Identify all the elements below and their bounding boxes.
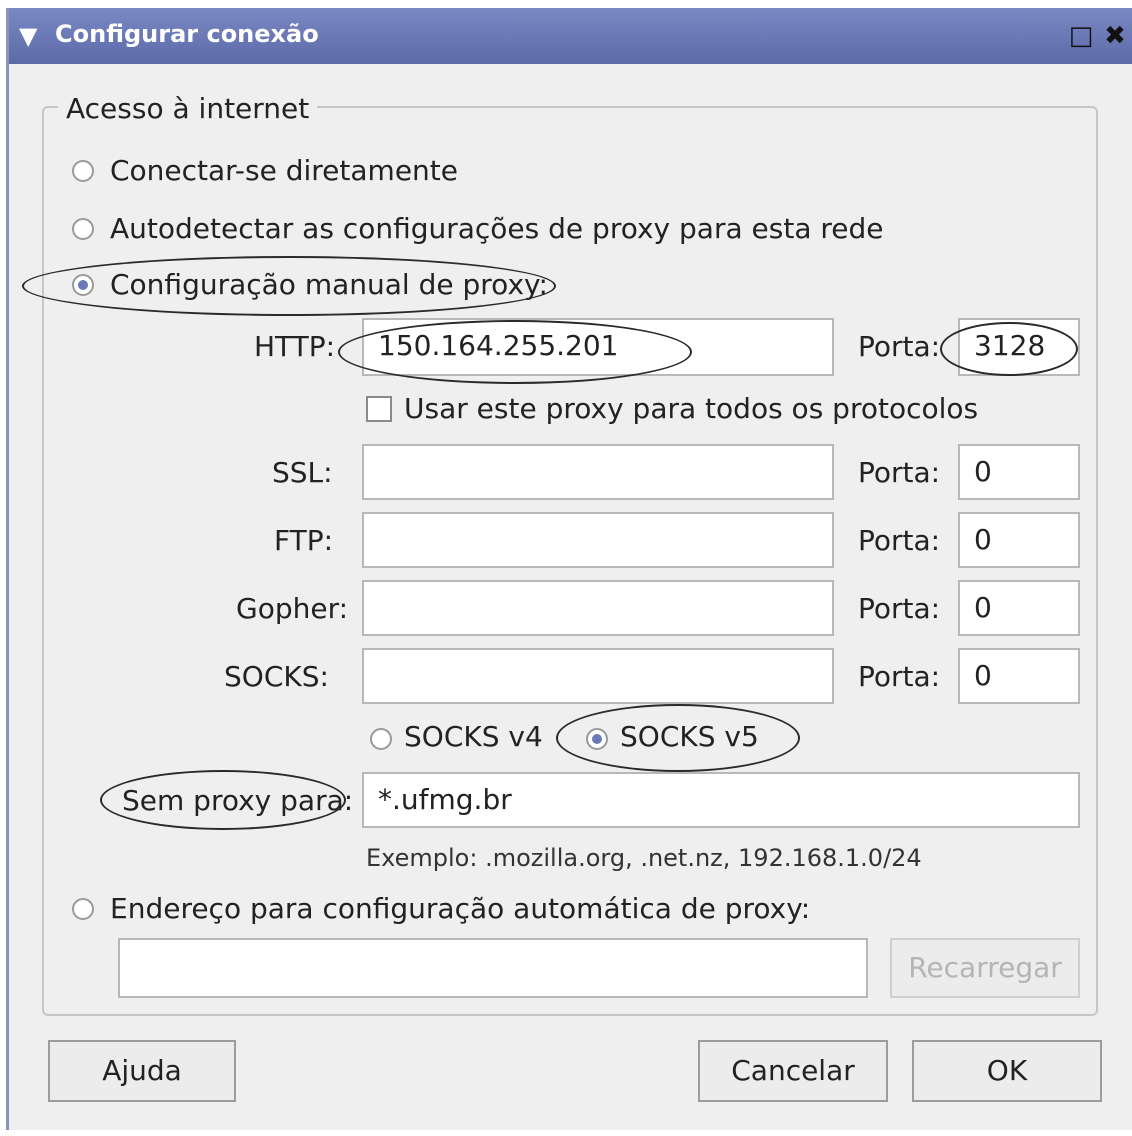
- socks-v4-label[interactable]: SOCKS v4: [404, 720, 543, 753]
- socks-label: SOCKS:: [224, 660, 329, 693]
- use-for-all-label[interactable]: Usar este proxy para todos os protocolos: [404, 392, 978, 425]
- highlight-oval-socks-v5: [556, 704, 800, 772]
- help-button[interactable]: Ajuda: [48, 1040, 236, 1102]
- highlight-oval-manual: [22, 256, 556, 316]
- radio-direct[interactable]: [72, 160, 94, 182]
- ftp-port-input[interactable]: 0: [958, 512, 1080, 568]
- socks-port-input[interactable]: 0: [958, 648, 1080, 704]
- http-label: HTTP:: [254, 330, 336, 363]
- ssl-proxy-input[interactable]: [362, 444, 834, 500]
- http-port-label: Porta:: [858, 330, 941, 363]
- gopher-port-label: Porta:: [858, 592, 941, 625]
- ssl-port-label: Porta:: [858, 456, 941, 489]
- radio-autodetect-label[interactable]: Autodetectar as configurações de proxy p…: [110, 212, 884, 245]
- radio-direct-label[interactable]: Conectar-se diretamente: [110, 154, 458, 187]
- ftp-port-label: Porta:: [858, 524, 941, 557]
- socks-port-label: Porta:: [858, 660, 941, 693]
- gopher-label: Gopher:: [236, 592, 349, 625]
- no-proxy-input[interactable]: *.ufmg.br: [362, 772, 1080, 828]
- group-legend: Acesso à internet: [58, 92, 318, 125]
- use-for-all-checkbox[interactable]: [366, 396, 392, 422]
- ok-button[interactable]: OK: [912, 1040, 1102, 1102]
- ftp-label: FTP:: [274, 524, 334, 557]
- ftp-proxy-input[interactable]: [362, 512, 834, 568]
- ssl-port-input[interactable]: 0: [958, 444, 1080, 500]
- highlight-oval-http-port: [940, 322, 1078, 376]
- ssl-label: SSL:: [272, 456, 333, 489]
- cancel-button[interactable]: Cancelar: [698, 1040, 888, 1102]
- radio-auto-url[interactable]: [72, 898, 94, 920]
- window-title: Configurar conexão: [55, 20, 319, 48]
- radio-auto-url-label[interactable]: Endereço para configuração automática de…: [110, 892, 810, 925]
- gopher-proxy-input[interactable]: [362, 580, 834, 636]
- no-proxy-example: Exemplo: .mozilla.org, .net.nz, 192.168.…: [366, 844, 922, 872]
- close-icon[interactable]: ✖: [1101, 22, 1129, 50]
- auto-url-input[interactable]: [118, 938, 868, 998]
- maximize-icon[interactable]: □: [1067, 22, 1095, 50]
- socks-proxy-input[interactable]: [362, 648, 834, 704]
- highlight-oval-http: [338, 320, 692, 384]
- radio-socks-v4[interactable]: [370, 728, 392, 750]
- title-bar: ▼ Configurar conexão □ ✖: [9, 8, 1132, 64]
- highlight-oval-no-proxy: [100, 770, 346, 830]
- radio-autodetect[interactable]: [72, 218, 94, 240]
- reload-button[interactable]: Recarregar: [890, 938, 1080, 998]
- gopher-port-input[interactable]: 0: [958, 580, 1080, 636]
- chevron-down-icon[interactable]: ▼: [19, 22, 37, 50]
